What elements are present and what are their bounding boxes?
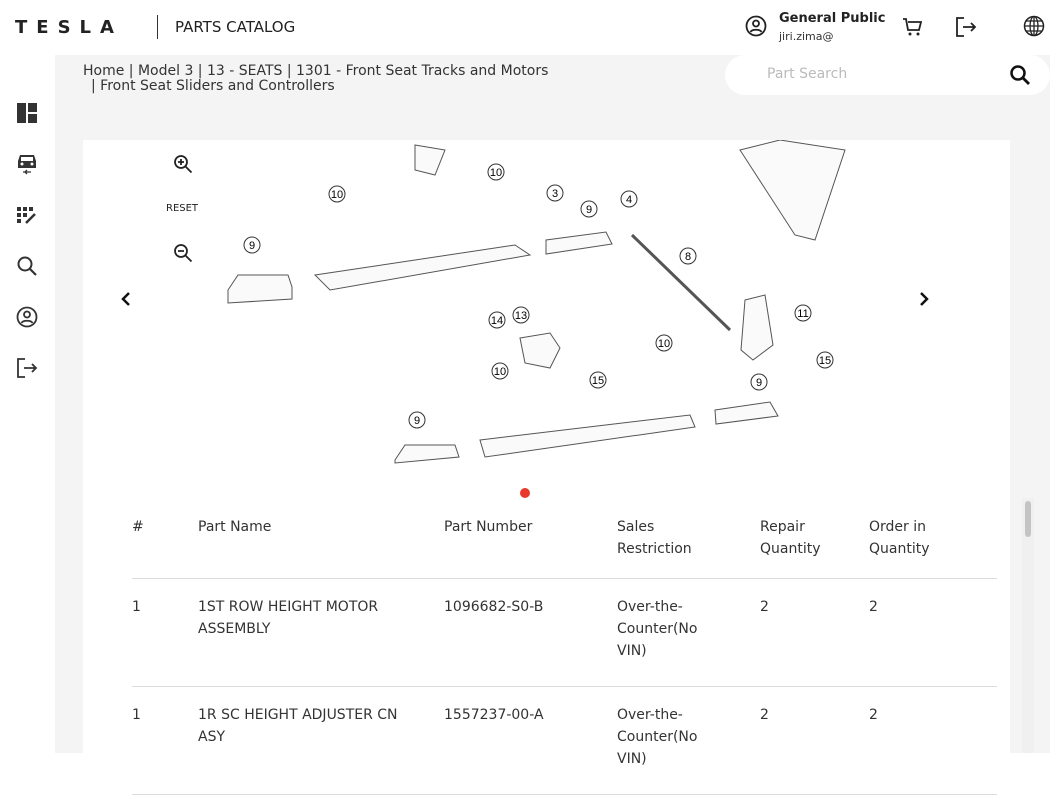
cell-number: 1557237-00-A <box>444 686 617 795</box>
callout-number[interactable]: 11 <box>797 308 808 320</box>
col-repair-quantity: Repair Quantity <box>760 500 869 579</box>
chevron-right-icon[interactable] <box>918 291 930 307</box>
scrollbar-thumb[interactable] <box>1025 501 1031 537</box>
chevron-left-icon[interactable] <box>120 291 132 307</box>
callout-number[interactable]: 8 <box>685 251 691 263</box>
cell-repair: 2 <box>760 578 869 687</box>
callouts: 10 10 3 9 4 9 8 11 14 13 10 10 15 15 9 9 <box>243 163 834 429</box>
callout-number[interactable]: 9 <box>249 240 255 252</box>
car-icon[interactable] <box>16 152 38 176</box>
cell-restriction: Over-the-Counter(No VIN) <box>617 578 760 687</box>
cell-name: 1R SC HEIGHT ADJUSTER CN ASY <box>198 686 444 795</box>
scrollbar[interactable] <box>1022 498 1034 753</box>
callout-number[interactable]: 13 <box>515 310 527 322</box>
zoom-out-icon[interactable] <box>173 243 193 263</box>
top-bar: TESLA PARTS CATALOG General Public jiri.… <box>0 0 1050 55</box>
search-icon[interactable] <box>16 255 38 277</box>
table-row[interactable]: 1 1R SC HEIGHT ADJUSTER CN ASY 1557237-00-… <box>132 686 997 795</box>
search-icon[interactable] <box>1009 64 1031 86</box>
breadcrumb-line-1[interactable]: Home | Model 3 | 13 - SEATS | 1301 - Fro… <box>83 64 548 79</box>
breadcrumb: Home | Model 3 | 13 - SEATS | 1301 - Fro… <box>83 64 548 94</box>
callout-number[interactable]: 10 <box>331 189 343 201</box>
app-title: PARTS CATALOG <box>175 18 296 36</box>
user-name[interactable]: General Public <box>779 11 885 26</box>
cell-number: 1096682-S0-B <box>444 578 617 687</box>
col-order-quantity: Order in Quantity <box>869 500 997 579</box>
catalog-grid-icon[interactable] <box>16 206 38 226</box>
search-input[interactable] <box>767 66 987 82</box>
user-icon[interactable] <box>745 15 767 37</box>
reset-zoom-button[interactable]: RESET <box>166 203 198 214</box>
callout-number[interactable]: 10 <box>494 366 506 378</box>
table-row[interactable]: 1 1ST ROW HEIGHT MOTOR ASSEMBLY 1096682-S0… <box>132 578 997 687</box>
parts-diagram[interactable]: 10 10 3 9 4 9 8 11 14 13 10 10 15 15 9 9 <box>200 140 880 485</box>
callout-number[interactable]: 10 <box>658 338 670 350</box>
cell-name: 1ST ROW HEIGHT MOTOR ASSEMBLY <box>198 578 444 687</box>
sidebar <box>0 55 55 753</box>
table-header: # Part Name Part Number Sales Restrictio… <box>132 500 997 579</box>
callout-number[interactable]: 3 <box>552 188 558 200</box>
divider <box>157 15 158 39</box>
logout-icon[interactable] <box>16 357 38 379</box>
tesla-logo[interactable]: TESLA <box>15 17 123 38</box>
callout-number[interactable]: 14 <box>491 315 503 327</box>
callout-number[interactable]: 4 <box>626 194 632 206</box>
callout-number[interactable]: 15 <box>592 375 604 387</box>
cell-order: 2 <box>869 686 997 795</box>
account-icon[interactable] <box>16 306 38 328</box>
cell-repair: 2 <box>760 686 869 795</box>
user-email: jiri.zima@ <box>779 30 834 43</box>
cell-num: 1 <box>132 686 198 795</box>
callout-number[interactable]: 9 <box>586 204 592 216</box>
callout-number[interactable]: 15 <box>819 355 831 367</box>
cell-restriction: Over-the-Counter(No VIN) <box>617 686 760 795</box>
cell-order: 2 <box>869 578 997 687</box>
zoom-in-icon[interactable] <box>173 154 193 174</box>
parts-table: # Part Name Part Number Sales Restrictio… <box>132 500 997 795</box>
globe-icon[interactable] <box>1023 15 1045 37</box>
callout-number[interactable]: 10 <box>490 167 502 179</box>
cart-icon[interactable] <box>902 16 924 38</box>
col-number: # <box>132 500 198 579</box>
col-part-number: Part Number <box>444 500 617 579</box>
col-part-name: Part Name <box>198 500 444 579</box>
callout-number[interactable]: 9 <box>756 377 762 389</box>
dashboard-icon[interactable] <box>16 102 38 124</box>
logout-icon[interactable] <box>955 16 977 38</box>
col-sales-restriction: Sales Restriction <box>617 500 760 579</box>
carousel-dot-active[interactable] <box>520 488 530 498</box>
breadcrumb-line-2[interactable]: | Front Seat Sliders and Controllers <box>83 79 548 94</box>
cell-num: 1 <box>132 578 198 687</box>
part-search <box>725 55 1050 95</box>
callout-number[interactable]: 9 <box>414 415 420 427</box>
